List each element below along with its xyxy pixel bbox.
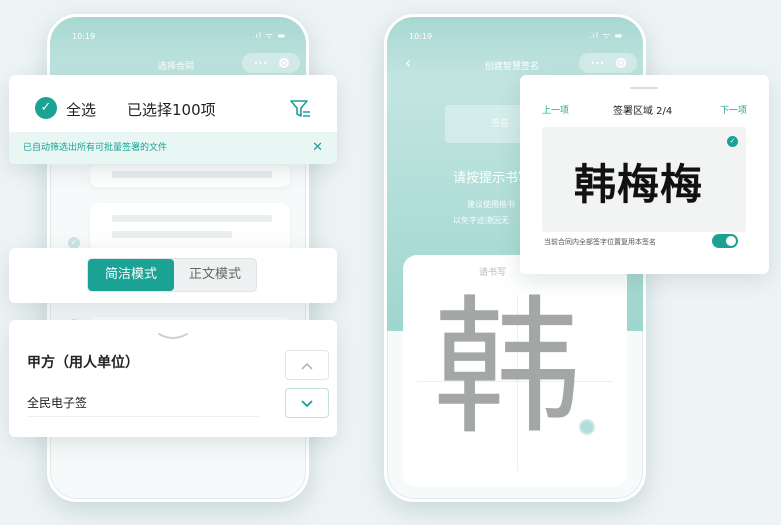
phone-header: 10:19 .ıl ᯤ ▬ ‹ 创建智慧签名 ••• (387, 17, 643, 81)
apply-all-toggle[interactable] (712, 234, 738, 248)
faded-button-label: 签名 (490, 119, 509, 129)
prompt-line-1: 建议使用楷书 (467, 200, 515, 209)
more-icon[interactable]: ••• (590, 59, 604, 68)
back-icon[interactable]: ‹ (405, 53, 411, 72)
pen-cursor (579, 419, 595, 435)
status-time: 10:19 (409, 32, 433, 41)
list-item-placeholder (112, 231, 232, 238)
close-program-icon[interactable] (615, 58, 626, 68)
mode-option-concise[interactable]: 简洁模式 (88, 259, 174, 291)
signature-text: 韩梅梅 (574, 160, 704, 209)
selected-count: 已选择100项 (127, 101, 216, 119)
signature-region-card: 上一项 签署区域 2/4 下一项 ✓ 韩梅梅 当前合同内全部签字位置复用本签名 (520, 75, 769, 274)
list-item[interactable] (90, 165, 290, 187)
collapse-handle-icon[interactable] (157, 332, 189, 342)
pad-hint: 请书写 (479, 268, 507, 278)
party-title: 甲方（用人单位） (27, 355, 139, 371)
select-all-label[interactable]: 全选 (66, 99, 96, 120)
prompt-line-2: 以免字迹潦因无 (453, 216, 509, 225)
party-value: 全民电子签 (27, 396, 88, 410)
region-indicator: 签署区域 2/4 (613, 106, 673, 117)
party-card: 甲方（用人单位） 全民电子签 (9, 320, 337, 437)
chevron-up-icon (301, 362, 313, 370)
page-title: 创建智慧签名 (485, 62, 540, 72)
more-icon[interactable]: ••• (253, 59, 267, 68)
page-title: 选择合同 (158, 62, 195, 72)
status-icons: .ıl ᯤ ▬ (252, 31, 286, 40)
tracing-character: 韩 (433, 282, 581, 454)
filter-notice-bar: 已自动筛选出所有可批量签署的文件 ✕ (9, 132, 337, 164)
filter-icon[interactable] (289, 98, 311, 120)
list-item-placeholder (112, 215, 272, 222)
move-up-button[interactable] (285, 350, 329, 380)
signature-pad[interactable]: 请书写 韩 (403, 255, 627, 487)
close-icon[interactable]: ✕ (312, 132, 323, 164)
apply-all-text: 当前合同内全部签字位置复用本签名 (544, 238, 656, 246)
phone-header: 10:19 .ıl ᯤ ▬ 选择合同 ••• (50, 17, 306, 81)
signature-selected-icon: ✓ (727, 136, 738, 147)
close-program-icon[interactable] (278, 58, 289, 68)
party-divider (27, 416, 259, 417)
mode-toggle-card: 简洁模式 正文模式 (9, 248, 337, 303)
filter-notice-text: 已自动筛选出所有可批量签署的文件 (23, 143, 168, 153)
select-all-checkbox[interactable]: ✓ (35, 97, 57, 119)
status-time: 10:19 (72, 32, 96, 41)
move-down-button[interactable] (285, 388, 329, 418)
mini-program-capsule[interactable]: ••• (579, 53, 637, 73)
select-all-card: ✓ 全选 已选择100项 已自动筛选出所有可批量签署的文件 ✕ (9, 75, 337, 164)
mode-segmented-control[interactable]: 简洁模式 正文模式 (87, 258, 257, 292)
prev-item-link[interactable]: 上一项 (542, 103, 569, 116)
mode-option-fulltext[interactable]: 正文模式 (174, 259, 256, 291)
list-item-placeholder (112, 171, 272, 178)
chevron-down-icon (301, 400, 313, 408)
list-item[interactable] (90, 203, 290, 251)
drag-handle[interactable] (630, 87, 658, 89)
mini-program-capsule[interactable]: ••• (242, 53, 300, 73)
signature-preview[interactable]: ✓ 韩梅梅 (542, 127, 746, 232)
next-item-link[interactable]: 下一项 (720, 103, 747, 116)
status-icons: .ıl ᯤ ▬ (589, 31, 623, 40)
